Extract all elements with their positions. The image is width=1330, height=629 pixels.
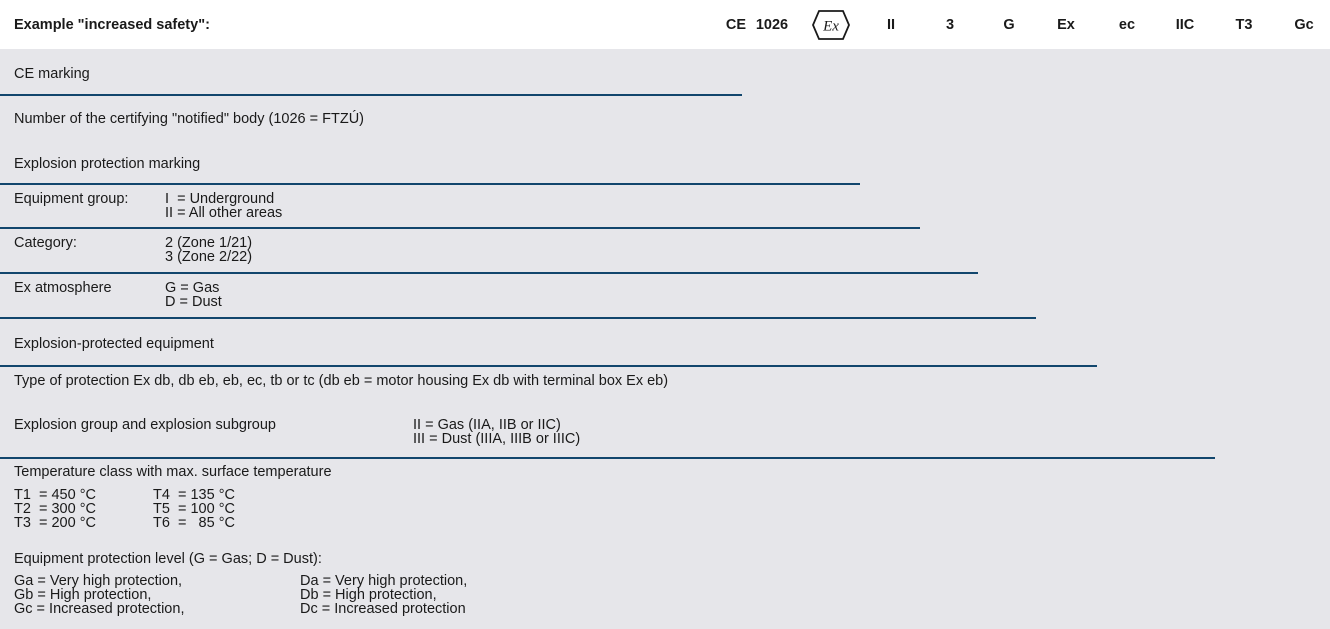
temperature-t4: T4 = 135 °C [153,487,235,503]
mark-ec: ec [1118,17,1136,33]
col-atmosphere [978,49,1036,273]
rule-protected-equipment [0,365,1097,367]
equipment-group-line-1: I = Underground [165,191,275,207]
temperature-t3: T3 = 200 °C [14,515,96,531]
mark-1026: 1026 [755,17,789,33]
row-protected-equipment-text: Explosion-protected equipment [14,336,214,352]
epl-db: Db = High protection, [300,587,437,603]
epl-dc: Dc = Increased protection [300,601,466,617]
epl-ga: Ga = Very high protection, [14,573,183,589]
mark-gc: Gc [1294,17,1314,33]
temperature-t1: T1 = 450 °C [14,487,96,503]
temperature-t2: T2 = 300 °C [14,501,96,517]
ex-marking-diagram: Example "increased safety": CE 1026 Ex I… [0,0,1330,629]
rule-explosion-marking [0,183,860,185]
temperature-t6: T6 = 85 °C [153,515,235,531]
row-ce-text: CE marking [14,66,90,82]
col-category [920,49,978,228]
col-ec [1097,49,1156,366]
band-category [0,228,978,273]
mark-t3: T3 [1235,17,1253,33]
equipment-group-line-2: II = All other areas [165,205,283,221]
example-title: Example "increased safety": [14,17,210,33]
band-ex-atmosphere [0,273,1036,318]
col-group [860,49,920,185]
col-ex [1036,49,1097,318]
epl-da: Da = Very high protection, [300,573,468,589]
row-type-protection-text: Type of protection Ex db, db eb, eb, ec,… [14,373,669,389]
mark-group: II [886,17,896,33]
col-t3 [1215,49,1273,458]
mark-category: 3 [945,17,955,33]
rule-explosion-group [0,457,1215,459]
temperature-t5: T5 = 100 °C [153,501,235,517]
category-line-1: 2 (Zone 1/21) [165,235,253,251]
rule-equipment-group [0,227,920,229]
mark-ex: Ex [1057,17,1075,33]
row-category-label: Category: [14,235,77,251]
ex-atmosphere-line-1: G = Gas [165,280,220,296]
row-ex-atmosphere-label: Ex atmosphere [14,280,112,296]
rule-ce [0,94,742,96]
band-equipment-group [0,185,920,228]
col-iic [1156,49,1215,410]
row-explosion-marking-text: Explosion protection marking [14,156,201,172]
explosion-group-line-2: III = Dust (IIIA, IIIB or IIIC) [413,431,581,447]
band-ce [0,49,742,95]
col-ex-symbol [801,49,860,139]
ex-hexagon-label: Ex [822,19,839,35]
col-gc [1273,49,1330,544]
mark-iic: IIC [1175,17,1195,33]
rule-category [0,272,978,274]
row-equipment-group-label: Equipment group: [14,191,129,207]
epl-gb: Gb = High protection, [14,587,152,603]
ex-atmosphere-line-2: D = Dust [165,294,222,310]
rule-ex-atmosphere [0,317,1036,319]
epl-gc: Gc = Increased protection, [14,601,185,617]
category-line-2: 3 (Zone 2/22) [165,249,253,265]
ex-hexagon-icon: Ex [812,9,850,46]
row-epl-label: Equipment protection level (G = Gas; D =… [14,551,322,567]
row-explosion-group-label: Explosion group and explosion subgroup [14,417,276,433]
col-1026 [742,49,801,95]
mark-atmosphere: G [1003,17,1015,33]
explosion-group-line-1: II = Gas (IIA, IIB or IIC) [413,417,561,433]
row-notified-text: Number of the certifying "notified" body… [14,111,364,127]
row-temperature-label: Temperature class with max. surface temp… [14,464,332,480]
